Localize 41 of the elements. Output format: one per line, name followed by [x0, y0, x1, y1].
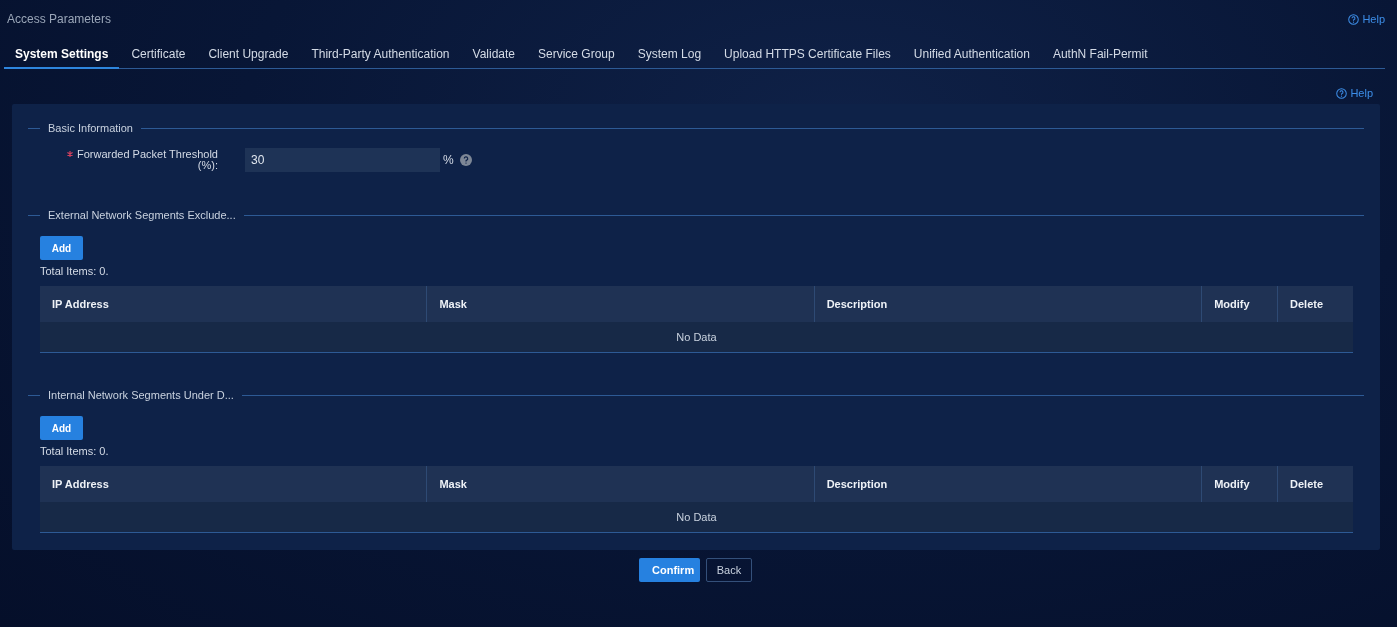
column-header: Mask [426, 466, 815, 502]
column-header: IP Address [40, 466, 427, 502]
help-icon [1348, 13, 1360, 25]
help-icon[interactable] [459, 154, 472, 166]
threshold-input[interactable]: 30 [245, 148, 440, 172]
column-header: Delete [1277, 466, 1353, 502]
help-icon [1336, 87, 1348, 99]
tab[interactable]: System Log [626, 38, 713, 69]
column-header: Mask [426, 286, 815, 322]
confirm-button[interactable]: Confirm [639, 558, 700, 582]
tab[interactable]: Validate [461, 38, 526, 69]
column-header: Modify [1201, 466, 1278, 502]
help-link[interactable]: Help [1348, 13, 1385, 25]
column-header: Modify [1201, 286, 1278, 322]
add-button[interactable]: Add [40, 416, 83, 440]
tab[interactable]: Third-Party Authentication [300, 38, 461, 69]
unit-label: % [443, 153, 454, 167]
total-items: Total Items: 0. [40, 265, 110, 277]
required-icon [66, 151, 73, 157]
section-title: Basic Information [48, 122, 133, 134]
column-header: IP Address [40, 286, 427, 322]
total-items: Total Items: 0. [40, 445, 110, 457]
section-title: Internal Network Segments Under D... [48, 389, 234, 401]
back-button[interactable]: Back [706, 558, 752, 582]
help-link[interactable]: Help [1336, 86, 1373, 100]
tab[interactable]: Unified Authentication [902, 38, 1041, 69]
column-header: Delete [1277, 286, 1353, 322]
empty-message: No Data [40, 322, 1353, 353]
tab[interactable]: Service Group [527, 38, 626, 69]
tab[interactable]: Certificate [120, 38, 197, 69]
tab[interactable]: System Settings [4, 38, 120, 69]
add-button[interactable]: Add [40, 236, 83, 260]
page-title: Access Parameters [7, 12, 112, 26]
empty-message: No Data [40, 502, 1353, 533]
column-header: Description [814, 286, 1202, 322]
tab[interactable]: Upload HTTPS Certificate Files [713, 38, 902, 69]
tab[interactable]: AuthN Fail-Permit [1041, 38, 1159, 69]
tab[interactable]: Client Upgrade [197, 38, 300, 69]
field-label: Forwarded Packet Threshold (%): [58, 149, 218, 171]
section-title: External Network Segments Exclude... [48, 209, 236, 221]
column-header: Description [814, 466, 1202, 502]
